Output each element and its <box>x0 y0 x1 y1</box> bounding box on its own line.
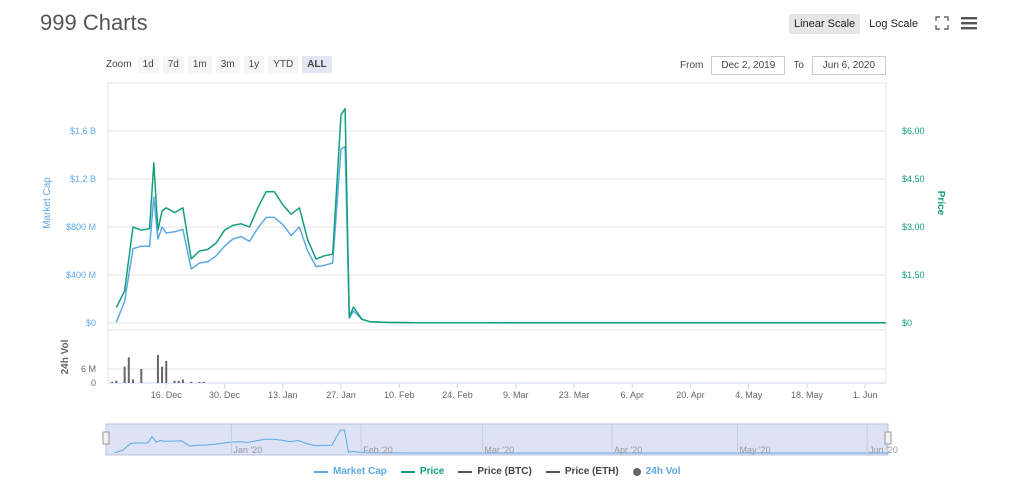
volume-bar <box>198 381 201 383</box>
volume-bar <box>181 379 184 383</box>
x-tick-label: 30. Dec <box>209 390 241 400</box>
x-tick-label: 16. Dec <box>151 390 183 400</box>
legend-swatch <box>400 470 415 473</box>
price-line <box>115 107 886 324</box>
volume-bar <box>156 355 159 383</box>
legend-label: Market Cap <box>333 466 387 477</box>
y-vol-tick-label: 6 M <box>81 364 96 374</box>
y-right-tick-label: $1,50 <box>902 270 925 280</box>
y-right-axis-title: Price <box>935 191 946 216</box>
y-left-tick-label: $0 <box>86 318 96 328</box>
chart-area[interactable]: $0 $400 M $800 M $1,2 B $1,6 B $0 $1,50 $3,00 $4… <box>0 0 1024 485</box>
x-tick-label: 24. Feb <box>442 390 473 400</box>
legend-item-price-btc[interactable]: Price (BTC) <box>458 466 532 477</box>
x-tick-label: 6. Apr <box>620 390 644 400</box>
market-cap-line <box>115 145 886 324</box>
x-tick-label: 4. May <box>735 390 763 400</box>
y-left-tick-label: $1,2 B <box>70 174 96 184</box>
volume-bar <box>173 380 176 383</box>
y-right-tick-label: $6,00 <box>902 126 925 136</box>
legend-item-price-eth[interactable]: Price (ETH) <box>545 466 619 477</box>
navigator-tick-label: Jan '20 <box>233 445 262 455</box>
volume-bar <box>177 380 180 383</box>
navigator-right-handle <box>884 431 892 445</box>
navigator-tick-label: May '20 <box>739 445 770 455</box>
y-left-tick-label: $400 M <box>66 270 96 280</box>
navigator-tick-label: Mar '20 <box>484 445 514 455</box>
legend-label: 24h Vol <box>645 466 681 477</box>
legend-swatch <box>458 470 473 473</box>
volume-bar <box>190 381 193 383</box>
legend-swatch <box>545 470 560 473</box>
legend-label: Price (BTC) <box>477 466 532 477</box>
legend-swatch <box>632 467 641 476</box>
volume-bar <box>202 381 205 383</box>
x-tick-label: 1. Jun <box>853 390 878 400</box>
volume-bar <box>111 381 114 383</box>
volume-bar <box>140 369 143 383</box>
volume-bar <box>165 360 168 383</box>
x-tick-label: 23. Mar <box>559 390 590 400</box>
navigator-left-handle <box>102 431 110 445</box>
legend-item-price[interactable]: Price <box>400 466 445 477</box>
volume-bar <box>115 380 118 383</box>
legend-label: Price (ETH) <box>564 466 619 477</box>
volume-bar <box>123 366 126 383</box>
x-tick-label: 20. Apr <box>676 390 705 400</box>
x-tick-label: 27. Jan <box>326 390 356 400</box>
volume-bar <box>131 379 134 383</box>
navigator-tick-label: Feb '20 <box>363 445 393 455</box>
navigator-tick-label: Apr '20 <box>614 445 642 455</box>
y-vol-axis-title: 24h Vol <box>60 339 71 374</box>
x-tick-label: 13. Jan <box>268 390 298 400</box>
legend-item-24h-vol[interactable]: 24h Vol <box>632 466 681 477</box>
y-right-tick-label: $0 <box>902 318 912 328</box>
x-tick-label: 9. Mar <box>503 390 529 400</box>
y-right-tick-label: $4,50 <box>902 174 925 184</box>
y-right-tick-label: $3,00 <box>902 222 925 232</box>
y-vol-tick-label: 0 <box>91 378 96 388</box>
legend: Market Cap Price Price (BTC) Price (ETH)… <box>314 466 681 477</box>
legend-label: Price <box>419 466 445 477</box>
legend-swatch <box>314 470 328 473</box>
navigator-tick-label: Jun '20 <box>869 445 898 455</box>
x-tick-label: 18. May <box>791 390 824 400</box>
volume-bar <box>161 366 164 383</box>
y-left-tick-label: $1,6 B <box>70 126 96 136</box>
volume-bar <box>127 357 130 383</box>
x-tick-label: 10. Feb <box>384 390 415 400</box>
y-left-axis-title: Market Cap <box>42 177 53 229</box>
y-left-tick-label: $800 M <box>66 222 96 232</box>
legend-item-market-cap[interactable]: Market Cap <box>314 466 387 477</box>
